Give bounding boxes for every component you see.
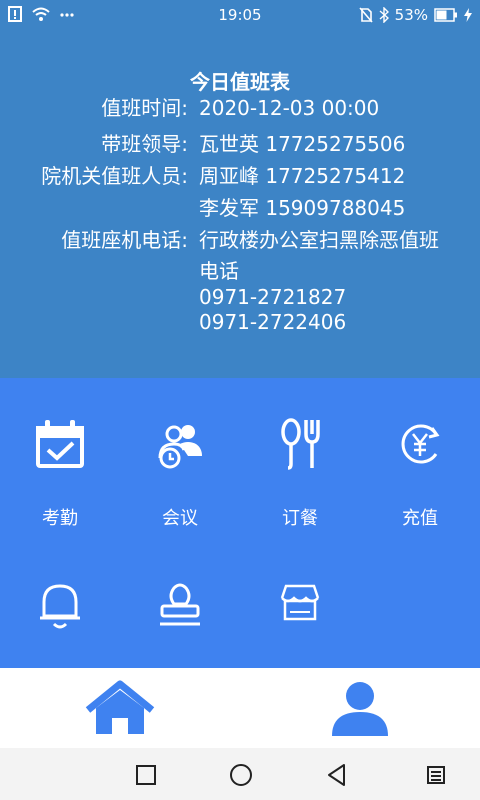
grid-item-attendance[interactable]: 考勤: [0, 378, 120, 529]
bottom-tabbar: [0, 668, 480, 748]
grid-item-recharge[interactable]: 充值: [360, 378, 480, 529]
charging-icon: [464, 8, 472, 22]
function-grid: 考勤 会议 订餐 充值: [0, 378, 480, 668]
home-icon[interactable]: [80, 678, 160, 738]
recharge-icon: [401, 424, 440, 464]
duty-label: 带班领导:: [101, 132, 188, 156]
duty-value: 电话: [199, 259, 239, 283]
meeting-icon: [158, 425, 202, 469]
profile-icon[interactable]: [320, 678, 400, 738]
battery-percent: 53%: [394, 6, 428, 24]
shop-icon: [280, 584, 320, 621]
no-sim-icon: [359, 7, 373, 23]
duty-label: 值班座机电话:: [61, 228, 188, 252]
grid-item-label: 订餐: [282, 508, 318, 529]
duty-title: 今日值班表: [190, 70, 290, 94]
duty-value: 周亚峰 17725275412: [199, 164, 406, 188]
home-nav-icon[interactable]: [226, 760, 256, 790]
duty-value: 行政楼办公室扫黑除恶值班: [199, 228, 439, 252]
grid-item-notice[interactable]: [0, 548, 120, 688]
grid-item-label: 会议: [162, 508, 198, 529]
grid-item-dining[interactable]: 订餐: [240, 378, 360, 529]
duty-label: 院机关值班人员:: [41, 164, 188, 188]
grid-item-seal[interactable]: [120, 548, 240, 688]
recent-apps-icon[interactable]: [131, 760, 161, 790]
bell-icon: [40, 584, 80, 629]
duty-panel: 今日值班表 值班时间: 2020-12-03 00:00 带班领导: 瓦世英 1…: [0, 30, 480, 378]
duty-value: 2020-12-03 00:00: [199, 96, 380, 120]
bluetooth-icon: [379, 7, 389, 23]
grid-item-shop[interactable]: [240, 548, 360, 688]
status-right: 53%: [359, 6, 472, 24]
duty-value: 0971-2722406: [199, 310, 347, 334]
back-icon[interactable]: [322, 760, 352, 790]
grid-item-label: 充值: [402, 508, 438, 529]
grid-item-label: 考勤: [42, 508, 78, 529]
duty-value: 0971-2721827: [199, 285, 347, 309]
dining-icon: [281, 418, 320, 470]
stamp-icon: [160, 583, 200, 626]
grid-item-meeting[interactable]: 会议: [120, 378, 240, 529]
duty-label: 值班时间:: [101, 96, 188, 120]
menu-icon[interactable]: [421, 760, 451, 790]
duty-value: 李发军 15909788045: [199, 196, 406, 220]
battery-icon: [434, 8, 457, 22]
system-nav-bar: [0, 748, 480, 800]
status-bar: 19:05 53%: [0, 0, 480, 30]
calendar-check-icon: [36, 420, 84, 468]
duty-value: 瓦世英 17725275506: [199, 132, 406, 156]
